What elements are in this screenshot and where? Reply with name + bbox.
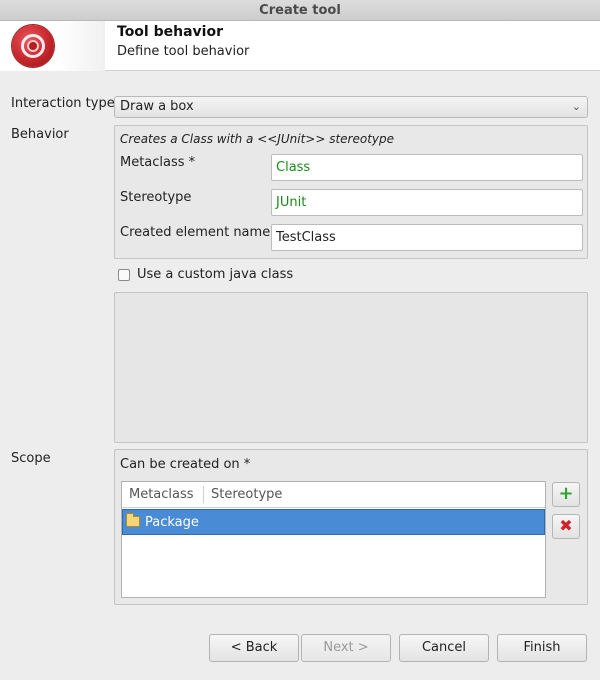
- column-header-metaclass[interactable]: Metaclass: [129, 487, 194, 502]
- metaclass-field[interactable]: Class: [271, 154, 583, 181]
- chevron-down-icon: ⌄: [571, 100, 581, 113]
- custom-class-label: Use a custom java class: [137, 267, 294, 282]
- interaction-type-label: Interaction type: [11, 96, 115, 111]
- delete-icon: ✖: [559, 516, 573, 535]
- element-name-field[interactable]: TestClass: [271, 224, 583, 251]
- column-header-stereotype[interactable]: Stereotype: [211, 487, 282, 502]
- custom-class-checkbox[interactable]: [118, 269, 130, 281]
- plus-icon: +: [558, 483, 574, 504]
- column-separator: [203, 486, 204, 503]
- next-button[interactable]: Next >: [301, 634, 391, 662]
- can-be-created-label: Can be created on *: [120, 457, 251, 472]
- app-logo-icon: [12, 25, 54, 67]
- add-button[interactable]: +: [552, 482, 580, 507]
- stereotype-label: Stereotype: [120, 190, 192, 205]
- element-name-label: Created element name *: [120, 225, 281, 240]
- behavior-group: Creates a Class with a <<JUnit>> stereot…: [114, 125, 588, 259]
- scope-table[interactable]: Metaclass Stereotype Package: [121, 481, 546, 598]
- finish-button[interactable]: Finish: [497, 634, 587, 662]
- header-subtitle: Define tool behavior: [117, 44, 250, 59]
- folder-icon: [126, 513, 140, 527]
- metaclass-label: Metaclass *: [120, 155, 196, 170]
- interaction-type-select[interactable]: Draw a box ⌄: [114, 96, 588, 118]
- behavior-description: Creates a Class with a <<JUnit>> stereot…: [120, 132, 395, 146]
- header-title: Tool behavior: [117, 24, 223, 40]
- back-button[interactable]: < Back: [209, 634, 299, 662]
- cancel-button[interactable]: Cancel: [399, 634, 489, 662]
- header-logo-area: [0, 21, 105, 71]
- stereotype-field[interactable]: JUnit: [271, 189, 583, 216]
- window-title: Create tool: [0, 0, 600, 21]
- interaction-type-value: Draw a box: [120, 99, 194, 114]
- table-header: Metaclass Stereotype: [122, 482, 545, 508]
- behavior-label: Behavior: [11, 127, 69, 142]
- logo-core: [27, 40, 39, 52]
- table-row[interactable]: Package: [122, 509, 545, 535]
- scope-label: Scope: [11, 451, 51, 466]
- wizard-header: Tool behavior Define tool behavior: [0, 21, 600, 71]
- custom-class-panel: [114, 292, 588, 443]
- table-cell-metaclass: Package: [145, 515, 199, 530]
- remove-button[interactable]: ✖: [552, 514, 580, 539]
